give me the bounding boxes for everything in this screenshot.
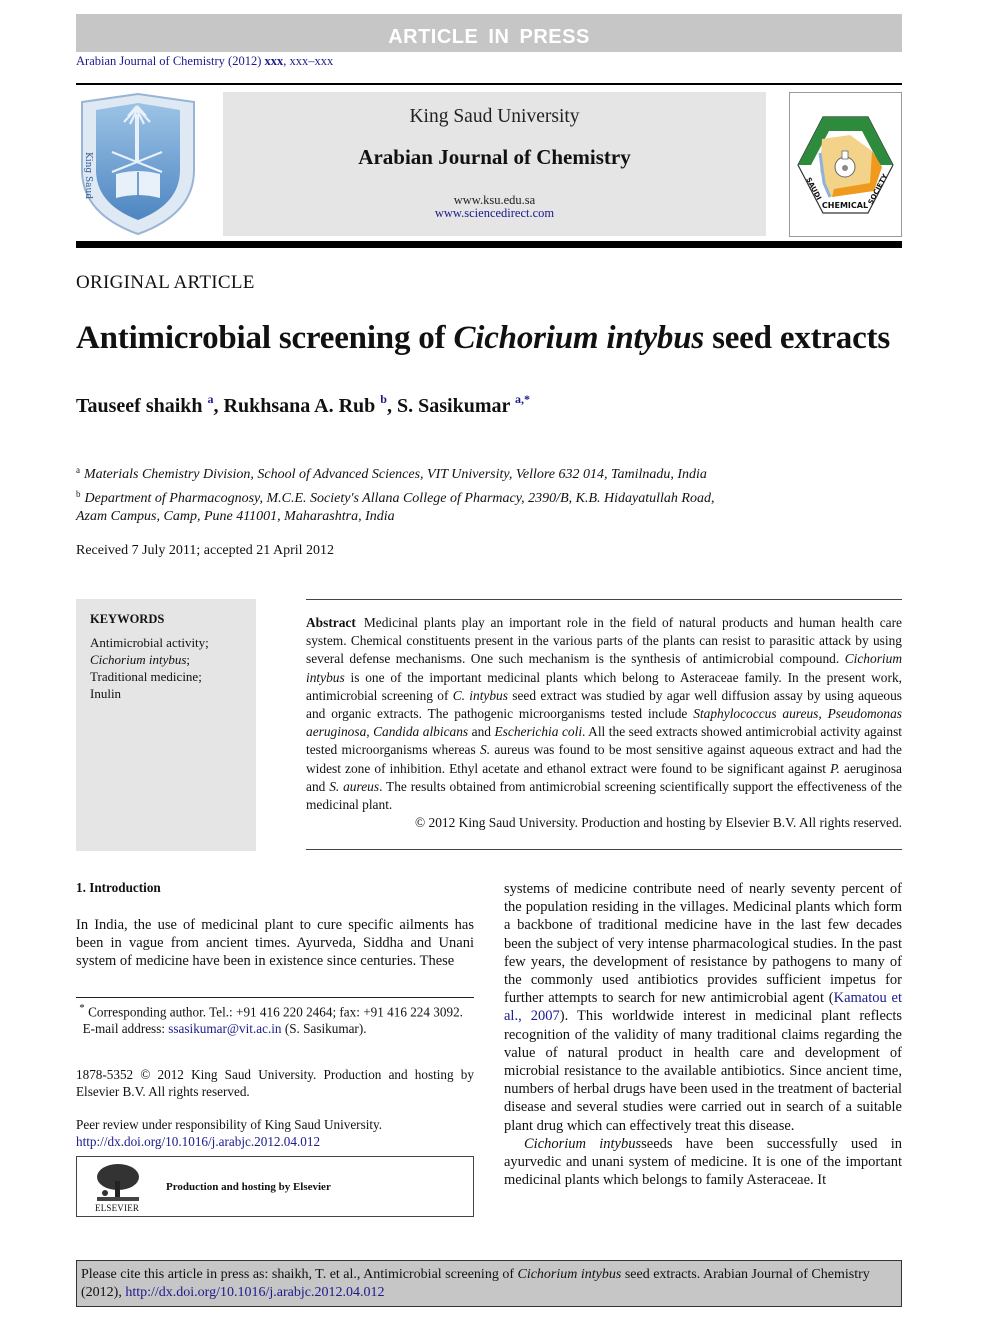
elsevier-caption: Production and hosting by Elsevier <box>166 1181 331 1193</box>
issn-copyright: 1878-5352 © 2012 King Saud University. P… <box>76 1067 474 1099</box>
author-name: Tauseef shaikh <box>76 395 203 417</box>
keyword-item: Traditional medicine; <box>90 669 202 684</box>
abstract-copyright: © 2012 King Saud University. Production … <box>415 815 902 830</box>
running-head-volume: xxx <box>264 54 284 68</box>
footnotes: * Corresponding author. Tel.: +91 416 22… <box>76 1000 474 1037</box>
intro-text: systems of medicine contribute need of n… <box>504 881 902 1007</box>
scs-label-chemical: CHEMICAL <box>822 201 868 210</box>
affiliation-mark: b <box>76 488 81 499</box>
masthead-journal: Arabian Journal of Chemistry <box>358 145 631 169</box>
keyword-item: Inulin <box>90 686 122 701</box>
abstract-text: Medicinal plants play an important role … <box>306 615 902 667</box>
king-saud-university-logo: King Saud <box>76 92 200 236</box>
email-owner: (S. Sasikumar). <box>281 1020 367 1036</box>
corresponding-text: Corresponding author. Tel.: +91 416 220 … <box>88 1004 463 1020</box>
keywords-title: KEYWORDS <box>90 612 165 626</box>
header-rule <box>76 83 902 85</box>
intro-text: ). This worldwide interest in medicinal … <box>504 1008 902 1134</box>
affiliation-mark: a <box>76 465 80 475</box>
section-heading-introduction: 1. Introduction <box>76 880 161 895</box>
abstract-italic: S. <box>480 742 491 758</box>
running-head-pages: , xxx–xxx <box>283 54 334 68</box>
abstract-italic: Escherichia coli <box>494 724 583 740</box>
corresponding-author-note: * Corresponding author. Tel.: +91 416 22… <box>76 1000 474 1021</box>
article-type: ORIGINAL ARTICLE <box>76 272 255 293</box>
intro-paragraph: systems of medicine contribute need of n… <box>504 880 902 1135</box>
peer-review-text: Peer review under responsibility of King… <box>76 1117 383 1132</box>
ksu-shield-icon: King Saud <box>81 92 195 236</box>
keyword-item: Cichorium intybus; <box>90 651 242 668</box>
running-head-journal: Arabian Journal of Chemistry (2012) <box>76 54 262 68</box>
abstract-text: and <box>468 724 495 740</box>
footnote-rule <box>76 997 474 998</box>
asterisk-mark: * <box>79 1002 85 1014</box>
affiliation-text: Materials Chemistry Division, School of … <box>84 467 707 482</box>
email-link[interactable]: ssasikumar@vit.ac.in <box>168 1021 281 1036</box>
right-column: systems of medicine contribute need of n… <box>504 880 902 1189</box>
received-dates: Received 7 July 2011; accepted 21 April … <box>76 543 335 558</box>
keywords-box: KEYWORDS Antimicrobial activity; Cichori… <box>76 599 256 851</box>
masthead-box: King Saud University Arabian Journal of … <box>223 92 766 236</box>
intro-species: Cichorium intybus <box>524 1135 642 1152</box>
abstract-italic: S. aureus <box>329 778 380 794</box>
article-title: Antimicrobial screening of Cichorium int… <box>76 320 890 357</box>
author-list: Tauseef shaikh a, Rukhsana A. Rub b, S. … <box>76 392 530 418</box>
citation-text: Please cite this article in press as: sh… <box>81 1267 518 1282</box>
abstract-italic: P. <box>830 760 840 776</box>
title-part: Antimicrobial screening of <box>76 320 454 356</box>
title-part: seed extracts <box>704 320 890 356</box>
affiliation-a: a Materials Chemistry Division, School of… <box>76 461 836 485</box>
author-name: S. Sasikumar <box>396 395 510 417</box>
running-head: Arabian Journal of Chemistry (2012) xxx,… <box>76 54 333 69</box>
abstract-heading: Abstract <box>306 615 356 630</box>
intro-paragraph: In India, the use of medicinal plant to … <box>76 917 474 970</box>
author-name: Rukhsana A. Rub <box>223 395 376 417</box>
author-separator: , <box>386 395 397 417</box>
email-label: E-mail address: <box>82 1020 169 1036</box>
author-separator: , <box>213 395 224 417</box>
intro-paragraph: Cichorium intybusseeds have been success… <box>504 1135 902 1190</box>
citation-doi-link[interactable]: http://dx.doi.org/10.1016/j.arabjc.2012.… <box>125 1285 384 1300</box>
elsevier-box: ELSEVIER Production and hosting by Elsev… <box>76 1156 474 1217</box>
citation-species: Cichorium intybus <box>517 1267 622 1282</box>
affiliation-text: Department of Pharmacognosy, M.C.E. Soci… <box>84 490 715 506</box>
title-species: Cichorium intybus <box>453 320 705 356</box>
masthead-university: King Saud University <box>409 106 580 127</box>
keyword-species: Cichorium intybus <box>90 652 187 667</box>
peer-review-note: Peer review under responsibility of King… <box>76 1116 474 1150</box>
affiliations: a Materials Chemistry Division, School of… <box>76 461 836 527</box>
affiliation-b-continued: Azam Campus, Camp, Pune 411001, Maharash… <box>76 509 395 524</box>
article-in-press-banner: ARTICLE IN PRESS <box>76 14 902 52</box>
masthead-rule <box>76 241 902 248</box>
saudi-chemical-society-logo: CHEMICAL SAUDI SOCIETY <box>789 92 902 237</box>
email-note: E-mail address: ssasikumar@vit.ac.in (S.… <box>76 1021 474 1038</box>
elsevier-tree-icon <box>95 1163 141 1203</box>
left-column: 1. Introduction In India, the use of med… <box>76 880 474 971</box>
author-affiliation-link[interactable]: b <box>380 392 387 406</box>
abstract-rule-bottom <box>306 849 902 850</box>
keyword-punct: ; <box>186 652 191 667</box>
abstract-text: . The results obtained from antimicrobia… <box>306 778 902 813</box>
abstract-italic: C. intybus <box>452 687 508 703</box>
elsevier-wordmark: ELSEVIER <box>95 1203 140 1213</box>
doi-link[interactable]: http://dx.doi.org/10.1016/j.arabjc.2012.… <box>76 1134 320 1149</box>
abstract-rule-top <box>306 599 902 600</box>
author-affiliation-link[interactable]: a,* <box>515 392 530 406</box>
keyword-item: Antimicrobial activity; <box>90 635 209 650</box>
scs-emblem-icon: CHEMICAL SAUDI SOCIETY <box>797 116 894 214</box>
citation-box: Please cite this article in press as: sh… <box>76 1260 902 1307</box>
svg-text:King Saud: King Saud <box>83 152 93 199</box>
affiliation-b: b Department of Pharmacognosy, M.C.E. Soc… <box>76 485 836 509</box>
sciencedirect-link[interactable]: www.sciencedirect.com <box>223 206 766 221</box>
abstract: Abstract Medicinal plants play an importa… <box>306 614 902 814</box>
